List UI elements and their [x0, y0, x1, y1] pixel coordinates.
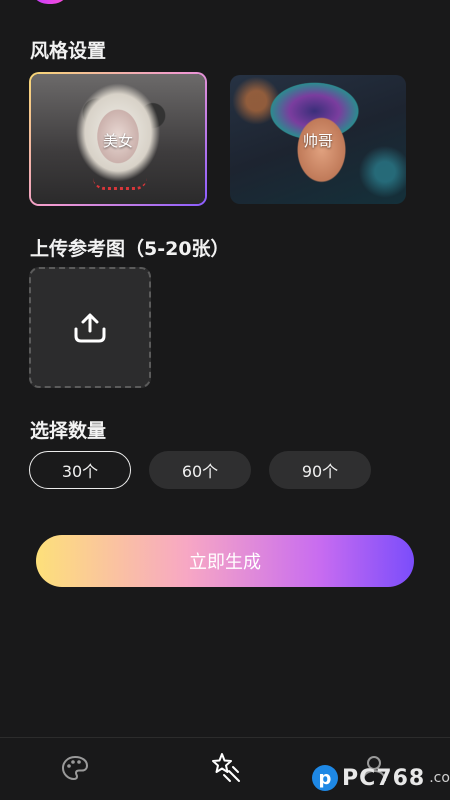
watermark-text: PC768: [342, 765, 426, 791]
watermark-badge: p: [312, 765, 338, 791]
style-card-male-label: 帅哥: [302, 132, 333, 150]
count-option-90[interactable]: 90个: [269, 451, 371, 489]
upload-icon: [74, 313, 106, 342]
upload-reference-button[interactable]: [29, 267, 151, 388]
necklace-decoration: [93, 178, 147, 190]
count-option-60[interactable]: 60个: [149, 451, 251, 489]
style-card-female-label: 美女: [102, 132, 133, 150]
palette-icon: [61, 755, 89, 781]
tab-generate[interactable]: [208, 750, 244, 786]
count-section-title: 选择数量: [30, 420, 107, 442]
style-card-female[interactable]: 美女: [29, 72, 207, 206]
top-decoration: [30, 0, 70, 4]
generate-button[interactable]: 立即生成: [36, 535, 414, 587]
watermark-sub: .com: [429, 770, 450, 786]
upload-section-title: 上传参考图（5-20张）: [30, 238, 230, 260]
style-card-male[interactable]: 帅哥: [230, 75, 406, 204]
tab-style[interactable]: [57, 750, 93, 786]
magic-stars-icon: [212, 753, 240, 782]
style-section-title: 风格设置: [30, 40, 107, 62]
count-option-30[interactable]: 30个: [29, 451, 131, 489]
watermark: p PC768 .com: [312, 760, 450, 796]
